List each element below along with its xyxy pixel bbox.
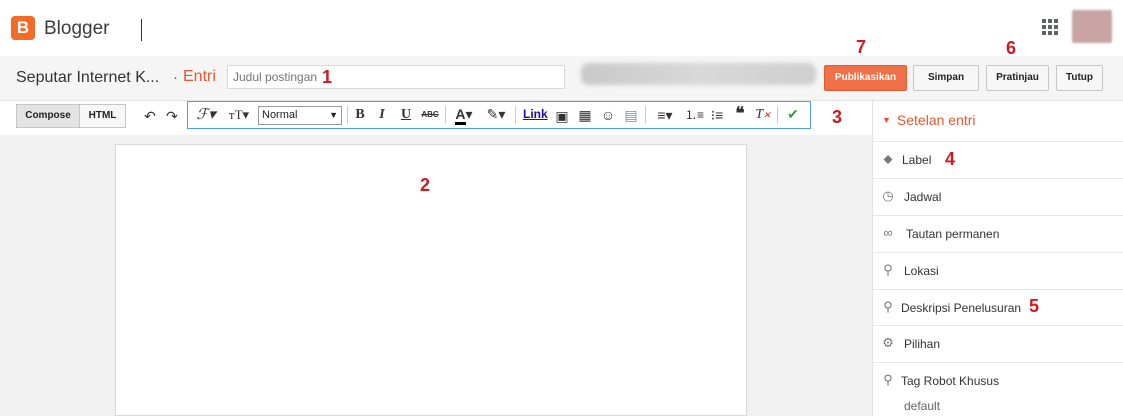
location-pin-icon: ⚲ — [883, 262, 893, 277]
italic-icon[interactable]: I — [374, 105, 390, 125]
undo-icon[interactable]: ↶ — [142, 106, 158, 126]
font-size-select[interactable]: Normal ▼ — [258, 106, 342, 125]
emoji-icon[interactable]: ☺ — [599, 105, 617, 125]
blogger-logo-icon[interactable]: B — [11, 16, 35, 40]
toolbar-separator — [515, 106, 516, 124]
gear-icon: ⚙ — [882, 335, 894, 350]
clear-format-icon[interactable]: T✕ — [754, 105, 772, 125]
sidebar-item-permalink-text: Tautan permanen — [906, 227, 1000, 241]
caret-down-icon: ▼ — [882, 115, 891, 125]
annotation-7: 7 — [856, 37, 867, 57]
breadcrumb-separator: · — [173, 69, 178, 86]
robot-tags-value: default — [904, 399, 941, 413]
bullet-list-icon[interactable]: ⁝≡ — [708, 105, 726, 125]
sidebar-item-location-text: Lokasi — [904, 264, 939, 278]
jump-break-icon[interactable]: ▤ — [622, 105, 640, 125]
annotation-2: 2 — [420, 175, 431, 195]
redo-icon[interactable]: ↷ — [164, 106, 180, 126]
text-color-icon[interactable]: A▾ — [450, 104, 478, 125]
search-icon: ⚲ — [883, 299, 893, 314]
post-title-input[interactable] — [227, 65, 565, 89]
strikethrough-icon[interactable]: ABC — [420, 105, 440, 125]
link-icon: ∞ — [883, 225, 893, 240]
blog-name[interactable]: Seputar Internet K... — [16, 69, 159, 87]
toolbar-separator — [777, 106, 778, 124]
annotation-3: 3 — [832, 107, 843, 127]
blurred-region — [581, 63, 816, 85]
brand-name[interactable]: Blogger — [44, 18, 110, 40]
sidebar-item-schedule-text: Jadwal — [904, 190, 942, 204]
sidebar-item-options-text: Pilihan — [904, 337, 941, 351]
sidebar-item-search-description-text: Deskripsi Penelusuran — [901, 301, 1022, 315]
settings-header[interactable]: ▼ Setelan entri — [882, 112, 976, 128]
toolbar-separator — [645, 106, 646, 124]
font-family-icon[interactable]: ℱ▾ — [192, 105, 220, 125]
spellcheck-icon[interactable]: ✔ — [784, 104, 802, 124]
highlight-icon[interactable]: ✎▾ — [482, 104, 510, 124]
tab-compose[interactable]: Compose — [16, 104, 80, 128]
link-button[interactable]: Link — [523, 107, 548, 121]
annotation-4: 4 — [945, 149, 956, 169]
toolbar-separator — [347, 106, 348, 124]
annotation-1: 1 — [322, 67, 333, 87]
quote-icon[interactable]: ❝ — [731, 104, 749, 124]
toolbar-separator — [445, 106, 446, 124]
tab-html[interactable]: HTML — [80, 104, 126, 128]
avatar[interactable] — [1072, 10, 1112, 43]
publish-button[interactable]: Publikasikan — [824, 65, 907, 91]
font-size-icon[interactable]: тT▾ — [225, 105, 253, 125]
underline-icon[interactable]: U — [398, 105, 414, 125]
sidebar-item-robot-tags-text: Tag Robot Khusus — [901, 374, 1000, 388]
align-icon[interactable]: ≡▾ — [651, 105, 679, 125]
bold-icon[interactable]: B — [352, 105, 368, 125]
breadcrumb-entri: Entri — [183, 68, 216, 85]
video-icon[interactable]: ▦ — [576, 105, 594, 125]
image-icon[interactable]: ▣ — [553, 106, 571, 126]
tag-icon: ⬥ — [883, 151, 893, 166]
close-button[interactable]: Tutup — [1056, 65, 1103, 91]
annotation-5: 5 — [1029, 296, 1040, 316]
save-button[interactable]: Simpan — [913, 65, 979, 91]
editor-content-area[interactable] — [115, 144, 747, 416]
clock-icon: ◷ — [882, 188, 894, 203]
top-bar — [0, 0, 1123, 56]
preview-button[interactable]: Pratinjau — [986, 65, 1049, 91]
header-divider — [141, 19, 142, 41]
settings-header-label: Setelan entri — [896, 112, 976, 128]
search-icon: ⚲ — [883, 372, 893, 387]
sidebar-item-label-text: Label — [902, 153, 932, 167]
annotation-6: 6 — [1006, 38, 1017, 58]
font-size-value: Normal — [262, 109, 298, 121]
numbered-list-icon[interactable]: ⒈≡ — [685, 105, 704, 125]
apps-grid-icon[interactable] — [1042, 19, 1058, 35]
